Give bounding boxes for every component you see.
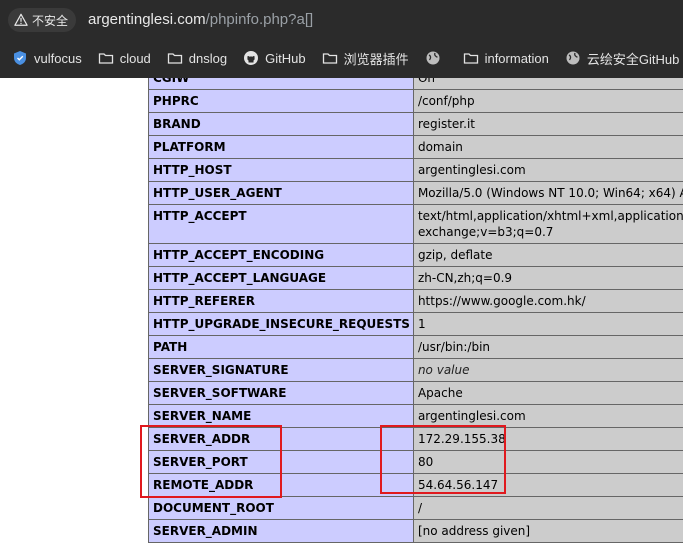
row-value: On (413, 78, 683, 89)
table-row: DOCUMENT_ROOT / (149, 497, 683, 519)
table-row: REMOTE_ADDR 54.64.56.147 (149, 474, 683, 496)
table-row: SERVER_PORT 80 (149, 451, 683, 473)
row-value: https://www.google.com.hk/ (413, 290, 683, 312)
row-value: zh-CN,zh;q=0.9 (413, 267, 683, 289)
bookmark-yunhui-github[interactable]: 云绘安全GitHub (557, 44, 683, 72)
row-key: HTTP_ACCEPT_ENCODING (149, 244, 413, 266)
table-row: HTTP_REFERER https://www.google.com.hk/ (149, 290, 683, 312)
row-key: SERVER_NAME (149, 405, 413, 427)
row-key: SERVER_PORT (149, 451, 413, 473)
browser-chrome: 不安全 argentinglesi.com/phpinfo.php?a[] vu… (0, 0, 683, 78)
address-bar[interactable]: 不安全 argentinglesi.com/phpinfo.php?a[] (0, 0, 683, 40)
row-value: 54.64.56.147 (413, 474, 683, 496)
security-label: 不安全 (32, 13, 69, 28)
phpinfo-table: CGIW On PHPRC/conf/php BRAND register.it P… (148, 78, 683, 543)
bookmark-cloud[interactable]: cloud (90, 44, 159, 72)
row-key: DOCUMENT_ROOT (149, 497, 413, 519)
bookmark-label: 浏览器插件 (343, 51, 409, 67)
bookmark-label: information (484, 50, 549, 66)
folder-icon (167, 53, 182, 64)
bookmark-information[interactable]: information (455, 44, 557, 72)
no-value-text: no value (417, 363, 470, 377)
row-key: CGIW (149, 78, 413, 89)
row-value: /usr/bin:/bin (413, 336, 683, 358)
row-key: PATH (149, 336, 413, 358)
github-icon (244, 51, 259, 65)
row-key: HTTP_UPGRADE_INSECURE_REQUESTS (149, 313, 413, 335)
row-key: HTTP_REFERER (149, 290, 413, 312)
globe-icon (566, 51, 580, 65)
bookmark-github[interactable]: GitHub (235, 44, 313, 72)
bookmark-label: dnslog (188, 50, 228, 66)
row-key: HTTP_ACCEPT (149, 205, 413, 243)
row-key: REMOTE_ADDR (149, 474, 413, 496)
row-value: /conf/php (413, 90, 683, 112)
table-row: HTTP_ACCEPT_LANGUAGE zh-CN,zh;q=0.9 (149, 267, 683, 289)
page-content: CGIW On PHPRC/conf/php BRAND register.it P… (0, 78, 683, 545)
row-value: argentinglesi.com (413, 405, 683, 427)
table-row: HTTP_UPGRADE_INSECURE_REQUESTS 1 (149, 313, 683, 335)
bookmark-label: 云绘安全GitHub (586, 51, 680, 67)
table-row: SERVER_ADDR 172.29.155.38 (149, 428, 683, 450)
security-indicator[interactable]: 不安全 (8, 8, 77, 32)
url-text[interactable]: argentinglesi.com/phpinfo.php?a[] (88, 10, 313, 30)
table-row: SERVER_SIGNATURE no value (149, 359, 683, 381)
row-key: HTTP_HOST (149, 159, 413, 181)
globe-icon (426, 51, 440, 65)
table-row: HTTP_HOST argentinglesi.com (149, 159, 683, 181)
row-value: [no address given] (413, 520, 683, 542)
table-row: SERVER_ADMIN [no address given] (149, 520, 683, 542)
row-key: PLATFORM (149, 136, 413, 158)
row-value: / (413, 497, 683, 519)
table-row: CGIW On (149, 78, 683, 89)
table-row: PATH/usr/bin:/bin (149, 336, 683, 358)
row-value: argentinglesi.com (413, 159, 683, 181)
folder-icon (463, 53, 478, 64)
table-row: HTTP_USER_AGENT Mozilla/5.0 (Windows NT 1… (149, 182, 683, 204)
bookmark-browser-plugins[interactable]: 浏览器插件 (314, 44, 417, 72)
row-value: domain (413, 136, 683, 158)
row-key: SERVER_ADMIN (149, 520, 413, 542)
row-value: Mozilla/5.0 (Windows NT 10.0; Win64; x64… (413, 182, 683, 204)
row-value: register.it (413, 113, 683, 135)
row-key: SERVER_SIGNATURE (149, 359, 413, 381)
bookmark-label: vulfocus (34, 50, 82, 66)
bookmark-label: cloud (119, 50, 151, 66)
table-row: HTTP_ACCEPT text/html,application/xhtml+x… (149, 205, 683, 243)
bookmark-label: GitHub (265, 50, 306, 66)
folder-icon (322, 53, 337, 64)
bookmark-vulfocus[interactable]: vulfocus (0, 44, 90, 72)
row-value: Apache (413, 382, 683, 404)
row-value-line-1: text/html,application/xhtml+xml,applicat… (417, 209, 683, 223)
shield-icon (14, 51, 26, 65)
row-value: no value (413, 359, 683, 381)
row-key: PHPRC (149, 90, 413, 112)
row-value: text/html,application/xhtml+xml,applicat… (413, 205, 683, 243)
row-key: HTTP_ACCEPT_LANGUAGE (149, 267, 413, 289)
row-key: HTTP_USER_AGENT (149, 182, 413, 204)
row-key: SERVER_ADDR (149, 428, 413, 450)
warning-icon (14, 13, 28, 26)
table-row: PHPRC/conf/php (149, 90, 683, 112)
row-value: 80 (413, 451, 683, 473)
table-row: HTTP_ACCEPT_ENCODING gzip, deflate (149, 244, 683, 266)
row-key: SERVER_SOFTWARE (149, 382, 413, 404)
table-row: SERVER_NAME argentinglesi.com (149, 405, 683, 427)
row-value: gzip, deflate (413, 244, 683, 266)
table-row: SERVER_SOFTWARE Apache (149, 382, 683, 404)
row-key: BRAND (149, 113, 413, 135)
row-value: 1 (413, 313, 683, 335)
table-row: BRAND register.it (149, 113, 683, 135)
url-path: /phpinfo.php?a[] (205, 11, 314, 28)
row-value: 172.29.155.38 (413, 428, 683, 450)
table-row: PLATFORM domain (149, 136, 683, 158)
folder-icon (98, 53, 113, 64)
bookmark-dnslog[interactable]: dnslog (159, 44, 235, 72)
bookmark-globe[interactable] (417, 44, 455, 72)
url-host: argentinglesi.com (88, 11, 206, 28)
bookmarks-bar: vulfocus cloud dnslog GitHub 浏览器插件 infor… (0, 44, 683, 72)
row-value-line-2: exchange;v=b3;q=0.7 (417, 225, 554, 239)
